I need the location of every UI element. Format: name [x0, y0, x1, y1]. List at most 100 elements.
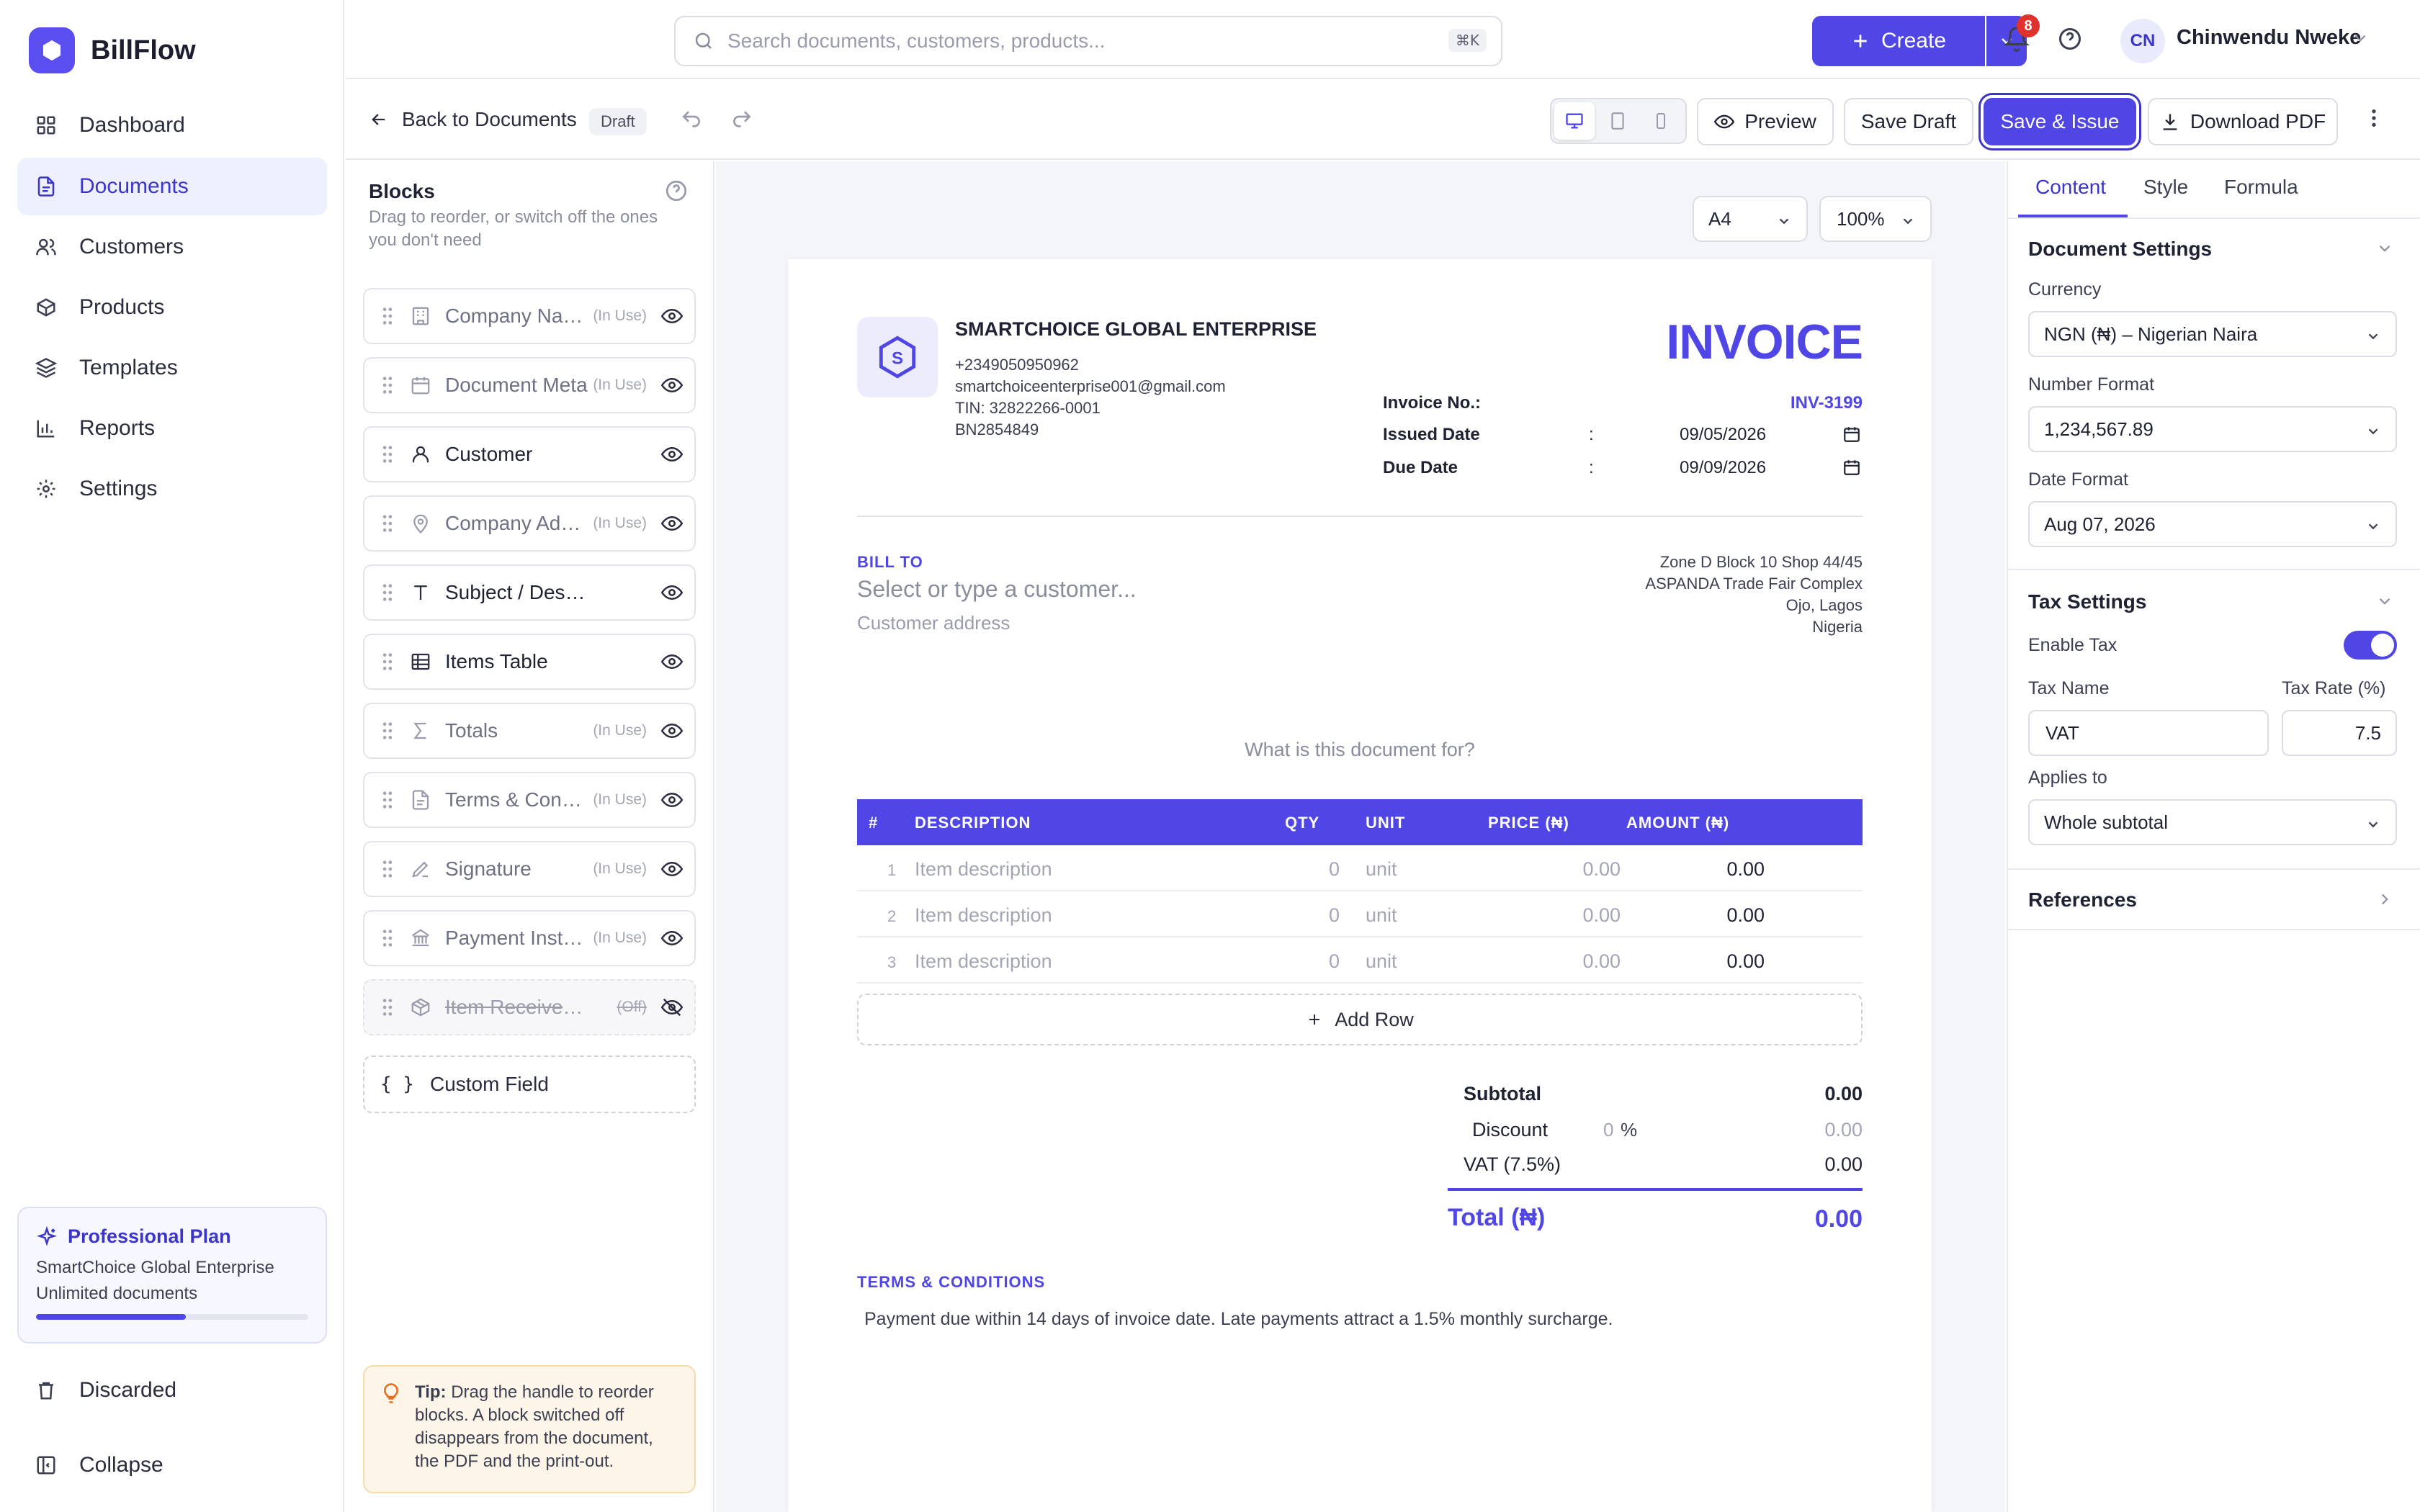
item-description-input[interactable]: Item description	[915, 950, 1052, 973]
plan-card[interactable]: Professional Plan SmartChoice Global Ent…	[17, 1207, 327, 1344]
collapse-button[interactable]: Collapse	[17, 1436, 327, 1494]
drag-handle-icon[interactable]	[380, 375, 395, 395]
drag-handle-icon[interactable]	[380, 582, 395, 603]
desktop-view-button[interactable]	[1554, 102, 1595, 140]
avatar[interactable]: CN	[2120, 19, 2165, 63]
block-item[interactable]: Totals (In Use)	[363, 703, 696, 759]
tax-name-input[interactable]	[2028, 710, 2269, 756]
chevron-down-icon[interactable]	[2375, 239, 2394, 258]
block-item[interactable]: Payment Instru... (In Use)	[363, 910, 696, 966]
eye-icon[interactable]	[661, 720, 683, 742]
nav-item-customers[interactable]: Customers	[17, 218, 327, 276]
more-options-icon[interactable]	[2362, 107, 2385, 130]
item-unit-input[interactable]: unit	[1366, 950, 1397, 973]
tab-content[interactable]: Content	[2035, 176, 2106, 199]
item-price-input[interactable]: 0.00	[1549, 950, 1621, 973]
eye-icon[interactable]	[661, 513, 683, 534]
company-address-line[interactable]: Nigeria	[1512, 618, 1863, 636]
tab-style[interactable]: Style	[2143, 176, 2188, 199]
save-issue-button[interactable]: Save & Issue	[1984, 98, 2136, 145]
brand[interactable]: BillFlow	[29, 27, 196, 73]
undo-icon[interactable]	[680, 108, 703, 131]
redo-icon[interactable]	[730, 108, 753, 131]
eye-icon[interactable]	[661, 444, 683, 465]
preview-button[interactable]: Preview	[1697, 98, 1834, 145]
tab-formula[interactable]: Formula	[2224, 176, 2298, 199]
item-unit-input[interactable]: unit	[1366, 904, 1397, 927]
eye-icon[interactable]	[661, 582, 683, 603]
drag-handle-icon[interactable]	[380, 790, 395, 810]
drag-handle-icon[interactable]	[380, 928, 395, 948]
nav-item-discarded[interactable]: Discarded	[17, 1362, 327, 1419]
tax-settings-header[interactable]: Tax Settings	[2028, 590, 2146, 613]
chevron-down-icon[interactable]	[2351, 29, 2370, 48]
enable-tax-toggle[interactable]	[2344, 631, 2397, 660]
block-item[interactable]: Terms & Condi... (In Use)	[363, 772, 696, 828]
number-format-select[interactable]: 1,234,567.89	[2028, 406, 2397, 452]
company-address-line[interactable]: Zone D Block 10 Shop 44/45	[1512, 553, 1863, 572]
help-icon[interactable]	[664, 179, 689, 203]
calendar-icon[interactable]	[1842, 458, 1861, 477]
add-row-button[interactable]: Add Row	[857, 994, 1863, 1045]
due-date-field[interactable]: 09/09/2026	[1680, 458, 1766, 478]
drag-handle-icon[interactable]	[380, 513, 395, 534]
block-item[interactable]: Document Meta (In Use)	[363, 357, 696, 413]
issued-date-field[interactable]: 09/05/2026	[1680, 425, 1766, 445]
nav-item-settings[interactable]: Settings	[17, 460, 327, 518]
drag-handle-icon[interactable]	[380, 444, 395, 464]
save-draft-button[interactable]: Save Draft	[1844, 98, 1973, 145]
block-item[interactable]: Subject / Description	[363, 564, 696, 621]
item-unit-input[interactable]: unit	[1366, 858, 1397, 881]
company-logo[interactable]: S	[857, 317, 938, 397]
chevron-down-icon[interactable]	[2375, 592, 2394, 611]
company-bn[interactable]: BN2854849	[955, 420, 1039, 439]
item-description-input[interactable]: Item description	[915, 858, 1052, 881]
block-item[interactable]: Signature (In Use)	[363, 841, 696, 897]
terms-text[interactable]: Payment due within 14 days of invoice da…	[864, 1309, 1613, 1330]
user-name[interactable]: Chinwendu Nweke	[2177, 26, 2361, 50]
customer-address-field[interactable]: Customer address	[857, 612, 1010, 634]
search-box[interactable]: ⌘K	[674, 16, 1502, 66]
company-email[interactable]: smartchoiceenterprise001@gmail.com	[955, 377, 1226, 396]
company-address-line[interactable]: ASPANDA Trade Fair Complex	[1512, 575, 1863, 593]
item-qty-input[interactable]: 0	[1318, 858, 1340, 881]
references-header[interactable]: References	[2028, 888, 2137, 912]
company-address-line[interactable]: Ojo, Lagos	[1512, 596, 1863, 615]
company-phone[interactable]: +2349050950962	[955, 356, 1079, 374]
block-item[interactable]: Customer	[363, 426, 696, 482]
subject-field[interactable]: What is this document for?	[857, 739, 1863, 761]
item-qty-input[interactable]: 0	[1318, 950, 1340, 973]
tax-rate-input[interactable]	[2282, 710, 2397, 756]
company-name[interactable]: SMARTCHOICE GLOBAL ENTERPRISE	[955, 318, 1317, 341]
applies-to-select[interactable]: Whole subtotal	[2028, 799, 2397, 845]
drag-handle-icon[interactable]	[380, 652, 395, 672]
currency-select[interactable]: NGN (₦) – Nigerian Naira	[2028, 311, 2397, 357]
calendar-icon[interactable]	[1842, 425, 1861, 444]
company-tin[interactable]: TIN: 32822266-0001	[955, 399, 1101, 418]
mobile-view-button[interactable]	[1641, 102, 1681, 140]
invoice-number[interactable]: INV-3199	[1729, 393, 1863, 413]
item-qty-input[interactable]: 0	[1318, 904, 1340, 927]
nav-item-reports[interactable]: Reports	[17, 400, 327, 457]
block-item[interactable]: Company Addr... (In Use)	[363, 495, 696, 552]
item-price-input[interactable]: 0.00	[1549, 858, 1621, 881]
document-title[interactable]: INVOICE	[1585, 314, 1863, 370]
paper-size-select[interactable]: A4	[1693, 196, 1808, 242]
help-button[interactable]	[2057, 26, 2086, 55]
eye-icon[interactable]	[661, 374, 683, 396]
item-price-input[interactable]: 0.00	[1549, 904, 1621, 927]
eye-icon[interactable]	[661, 651, 683, 672]
nav-item-dashboard[interactable]: Dashboard	[17, 96, 327, 154]
chevron-right-icon[interactable]	[2375, 890, 2394, 909]
customer-select[interactable]: Select or type a customer...	[857, 576, 1137, 603]
discount-percent-input[interactable]: 0	[1603, 1119, 1613, 1141]
date-format-select[interactable]: Aug 07, 2026	[2028, 501, 2397, 547]
nav-item-documents[interactable]: Documents	[17, 158, 327, 215]
nav-item-templates[interactable]: Templates	[17, 339, 327, 397]
block-item[interactable]: Item Received By (Off)	[363, 979, 696, 1035]
nav-item-products[interactable]: Products	[17, 279, 327, 336]
search-input[interactable]	[727, 30, 1376, 53]
block-item[interactable]: Items Table	[363, 634, 696, 690]
eye-icon[interactable]	[661, 305, 683, 327]
eye-icon[interactable]	[661, 789, 683, 811]
